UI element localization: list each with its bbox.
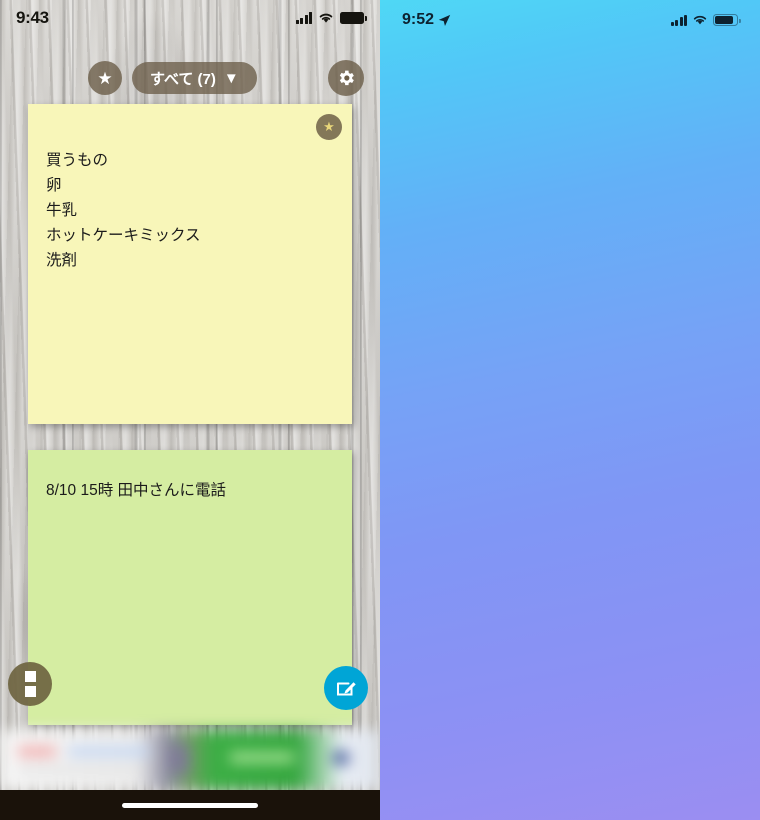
- right-phone-screen: 9:52 買うもの 卵 牛乳 ホットケーキミックス 洗剤 Stibo 8/1: [380, 0, 760, 820]
- advertisement-banner[interactable]: [0, 730, 380, 790]
- home-indicator[interactable]: [122, 802, 258, 808]
- battery-icon: [713, 13, 741, 27]
- menu-square-top: [24, 671, 36, 682]
- menu-square-bottom: [24, 686, 36, 697]
- settings-button[interactable]: [328, 60, 364, 96]
- note-filter-label: すべて (7): [150, 70, 216, 88]
- gear-icon: [339, 70, 354, 86]
- right-status-bar: 9:52: [380, 0, 760, 40]
- right-status-time: 9:52: [402, 11, 435, 28]
- location-arrow-icon: [438, 14, 451, 26]
- wifi-icon: [693, 15, 707, 25]
- note-text: 8/10 15時 田中さんに電話: [46, 482, 227, 499]
- left-status-bar: 9:43: [0, 0, 380, 36]
- menu-fab-button[interactable]: [8, 662, 52, 706]
- compose-icon: [337, 682, 356, 696]
- right-status-time-group: 9:52: [402, 11, 451, 29]
- note-text: 買うもの 卵 牛乳 ホットケーキミックス 洗剤: [46, 152, 201, 270]
- note-filter-dropdown[interactable]: すべて (7) ▼: [132, 62, 257, 94]
- ad-content-blurred: [0, 730, 380, 790]
- left-toolbar: ★ すべて (7) ▼: [0, 58, 380, 98]
- chevron-down-icon: ▼: [223, 69, 239, 87]
- dual-phone-screenshot: 9:43 ★ すべて (7) ▼ 買うもの 卵 牛乳 ホットケーキミックス 洗剤…: [0, 0, 760, 820]
- cellular-signal-icon: [295, 12, 312, 24]
- left-phone-screen: 9:43 ★ すべて (7) ▼ 買うもの 卵 牛乳 ホットケーキミックス 洗剤…: [0, 0, 380, 820]
- left-nav-bar: [0, 790, 380, 820]
- right-status-icons: [670, 13, 741, 27]
- left-status-icons: [295, 12, 367, 24]
- toolbar-center-group: ★ すべて (7) ▼: [88, 61, 257, 95]
- star-filter-button[interactable]: ★: [88, 61, 122, 95]
- battery-full-icon: [340, 12, 367, 24]
- wifi-icon: [319, 13, 333, 23]
- note-card[interactable]: 8/10 15時 田中さんに電話: [28, 450, 352, 725]
- cellular-signal-icon: [670, 14, 687, 26]
- note-card[interactable]: 買うもの 卵 牛乳 ホットケーキミックス 洗剤 ★: [28, 104, 352, 424]
- note-star-badge[interactable]: ★: [316, 114, 342, 140]
- left-status-time: 9:43: [16, 8, 49, 27]
- compose-fab-button[interactable]: [324, 666, 368, 710]
